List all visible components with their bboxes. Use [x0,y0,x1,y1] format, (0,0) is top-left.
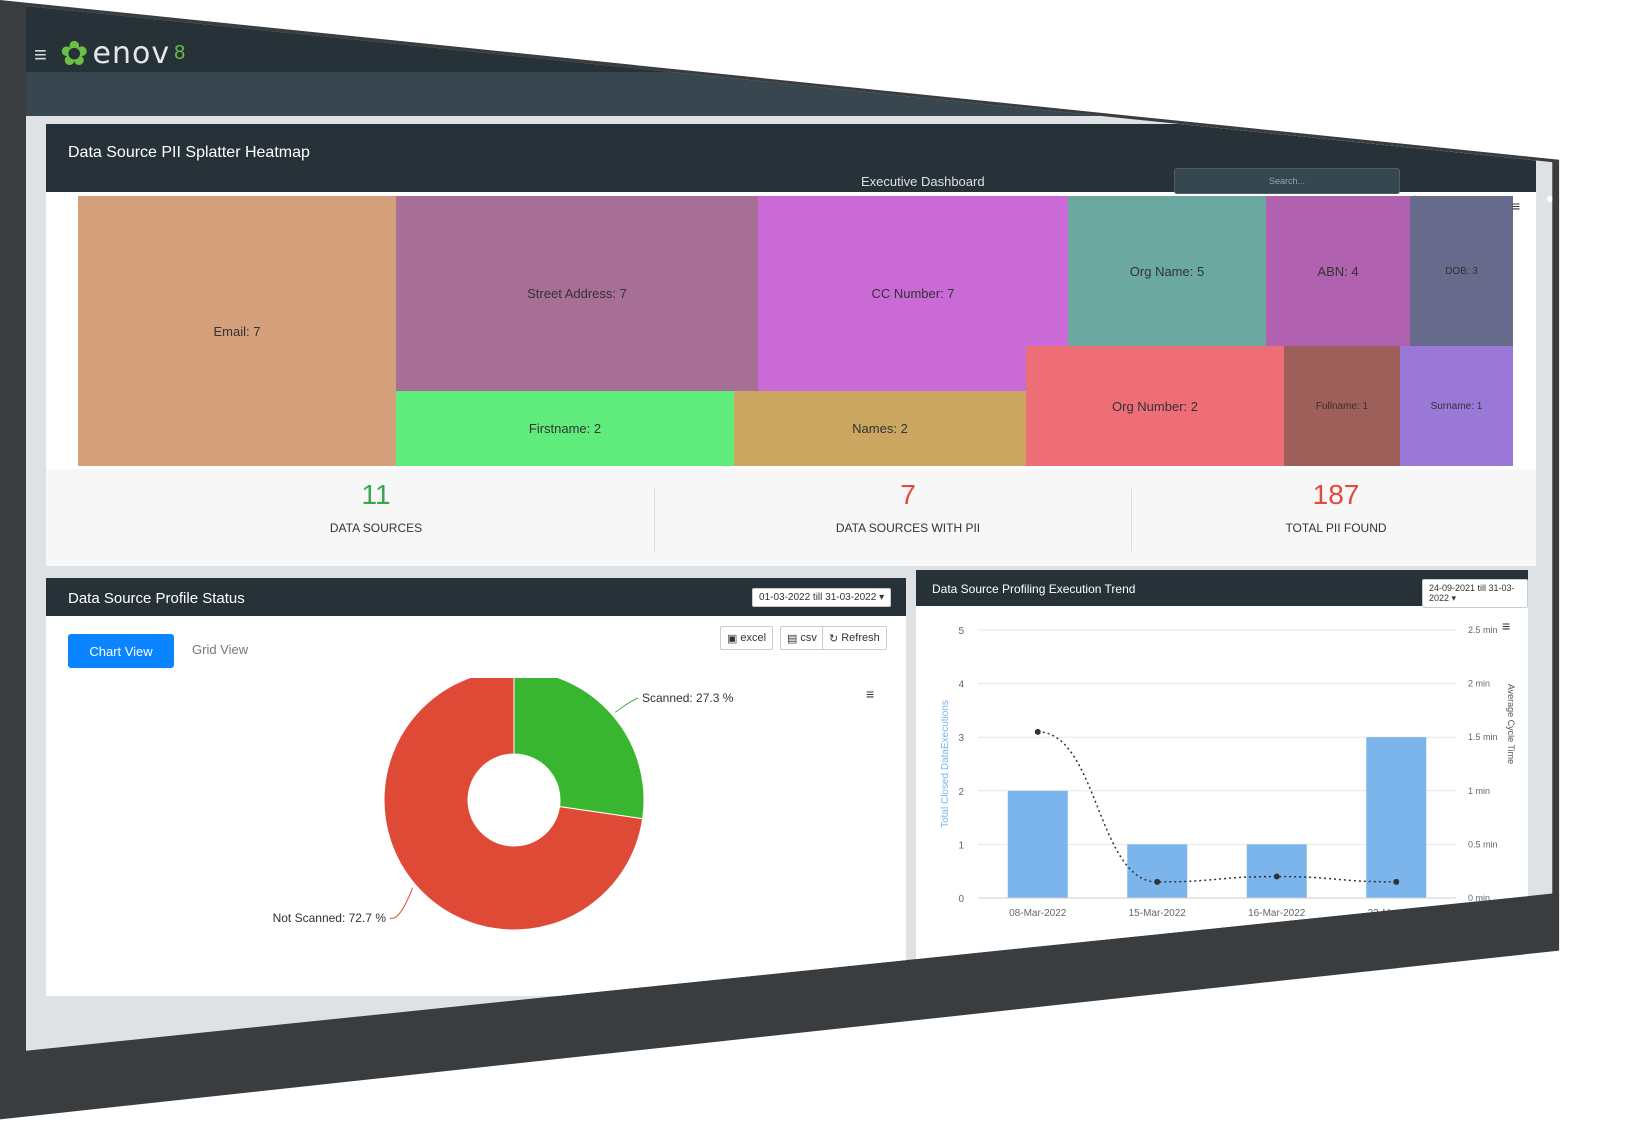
stat-value: 11 [361,479,391,510]
treemap-tile[interactable]: CC Number: 7 [758,196,1068,391]
treemap-tile[interactable]: Firstname: 2 [396,391,734,466]
heatmap-card: Data Source PII Splatter Heatmap Executi… [46,124,1552,566]
heatmap-title: Data Source PII Splatter Heatmap [68,144,310,161]
divider [1131,489,1132,551]
trend-card-header: Data Source Profiling Execution Trend 24… [916,570,1528,608]
divider [654,489,655,551]
stat-data-sources-with-pii: 7 DATA SOURCES WITH PII [708,479,1108,535]
y2-axis-title: Average Cycle Time [1506,684,1516,764]
y-tick-label: 1 [958,840,964,851]
profile-card-header: Data Source Profile Status 01-03-2022 ti… [46,578,906,616]
y-tick-label: 2 [958,787,964,798]
file-excel-icon: ▣ [727,632,738,645]
pie-connector [389,887,414,919]
y-tick-label: 4 [958,680,964,691]
export-excel-button[interactable]: ▣ excel [720,626,774,650]
trend-bar[interactable] [1007,790,1068,898]
pii-treemap: Email: 7 Street Address: 7 CC Number: 7 Org… [78,196,1513,466]
csv-label: csv [800,632,817,644]
menu-icon[interactable]: ≡ [34,42,47,68]
y-tick-label: 3 [958,733,964,744]
stat-label: DATA SOURCES WITH PII [835,521,981,535]
trend-bar[interactable] [1246,844,1307,898]
x-tick-label: 08-Mar-2022 [1009,908,1067,919]
cycle-time-point[interactable] [1273,873,1280,880]
chart-menu-icon[interactable]: ≡ [1512,198,1520,214]
execution-trend-card: Data Source Profiling Execution Trend 24… [916,570,1528,960]
stat-value: 187 [1312,479,1360,510]
treemap-tile[interactable]: Org Number: 2 [1026,346,1284,466]
profile-date-range[interactable]: 01-03-2022 till 31-03-2022 ▾ [752,588,892,607]
trend-date-range[interactable]: 24-09-2021 till 31-03-2022 ▾ [1422,579,1528,608]
treemap-tile[interactable]: Street Address: 7 [396,196,758,391]
stats-row: 11 DATA SOURCES 7 DATA SOURCES WITH PII … [46,469,1536,566]
pie-connector [615,697,639,713]
export-csv-button[interactable]: ▤ csv [780,626,824,650]
profile-status-card: Data Source Profile Status 01-03-2022 ti… [46,578,906,996]
trend-bar[interactable] [1366,737,1427,898]
cycle-time-line [1037,731,1397,883]
treemap-tile[interactable]: DOB: 3 [1410,196,1513,346]
cycle-time-point[interactable] [1393,878,1400,885]
profile-title: Data Source Profile Status [68,590,245,607]
trend-title: Data Source Profiling Execution Trend [932,582,1136,596]
pie-label: Not Scanned: 72.7 % [273,911,387,925]
treemap-tile[interactable]: ABN: 4 [1266,196,1410,346]
treemap-tile[interactable]: Email: 7 [78,196,396,466]
x-tick-label: 15-Mar-2022 [1129,908,1187,919]
pie-slice[interactable] [513,678,645,820]
logo-text: enov [92,36,171,71]
treemap-tile[interactable]: Surname: 1 [1400,346,1513,466]
chart-view-tab[interactable]: Chart View [68,634,174,668]
grid-view-tab[interactable]: Grid View [192,642,248,657]
logo-suffix: 8 [174,42,186,64]
logo-mark-icon: ✿ [60,34,89,73]
y2-tick-label: 0.5 min [1468,839,1498,849]
heatmap-card-header: Data Source PII Splatter Heatmap Executi… [46,124,1552,206]
x-tick-label: 16-Mar-2022 [1248,908,1306,919]
refresh-label: Refresh [841,632,880,644]
page-title: Executive Dashboard [861,174,985,189]
y2-tick-label: 1.5 min [1468,732,1498,742]
gear-icon[interactable]: ⚙ [1525,190,1538,207]
stat-value: 7 [900,479,916,510]
refresh-icon: ↻ [829,632,839,645]
cycle-time-point[interactable] [1034,728,1041,735]
sub-navbar [26,72,1553,116]
stat-data-sources: 11 DATA SOURCES [176,479,576,535]
y2-tick-label: 2 min [1468,679,1490,689]
y-tick-label: 0 [958,894,964,905]
stat-label: TOTAL PII FOUND [1285,521,1387,535]
treemap-tile[interactable]: Fullname: 1 [1284,346,1400,466]
y-tick-label: 5 [958,626,964,637]
stat-total-pii: 187 TOTAL PII FOUND [1136,479,1536,535]
top-navbar: ≡ ✿ enov 8 [26,6,1553,72]
treemap-tile[interactable]: Org Name: 5 [1068,196,1266,346]
trend-bar[interactable] [1127,844,1188,898]
logo[interactable]: ✿ enov 8 [60,36,185,71]
y2-tick-label: 1 min [1468,786,1490,796]
y-axis-title: Total Closed DataExecutions [940,700,951,828]
pie-label: Scanned: 27.3 % [642,691,734,705]
y2-tick-label: 2.5 min [1468,625,1498,635]
stat-label: DATA SOURCES [329,521,423,535]
file-csv-icon: ▤ [787,632,798,645]
profile-pie-chart: Scanned: 27.3 % Not Scanned: 72.7 % [273,678,734,931]
treemap-tile[interactable]: Names: 2 [734,391,1026,466]
cycle-time-point[interactable] [1154,878,1161,885]
trend-chart: 0123450 min0.5 min1 min1.5 min2 min2.5 m… [940,625,1516,919]
excel-label: excel [740,632,767,644]
search-input[interactable]: Search... [1174,168,1400,194]
refresh-button[interactable]: ↻ Refresh [822,626,887,650]
